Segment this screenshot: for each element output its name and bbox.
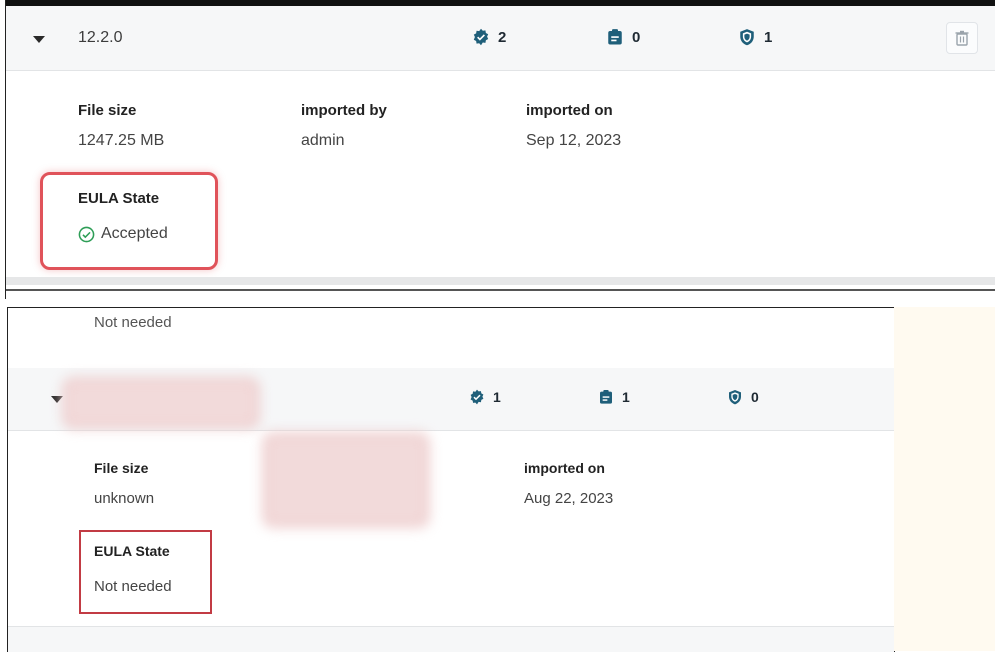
redacted-version (63, 378, 259, 428)
check-circle-icon (78, 226, 95, 242)
file-size-label: File size (94, 460, 149, 476)
eula-state-value: Accepted (78, 225, 168, 243)
caret-down-icon[interactable] (51, 396, 63, 403)
release-version: 12.2.0 (78, 29, 123, 46)
verified-badge-icon (470, 389, 484, 405)
caret-down-icon[interactable] (33, 36, 45, 43)
next-row-header[interactable] (8, 626, 894, 652)
components-count: 2 (498, 28, 507, 46)
security-stat: 1 (738, 28, 772, 46)
imported-on-value: Sep 12, 2023 (526, 132, 622, 149)
file-size-label: File size (78, 102, 137, 119)
release-row-header[interactable]: 1 1 0 (8, 368, 894, 431)
eula-state-text: Accepted (101, 225, 168, 242)
imported-on-label: imported on (526, 102, 613, 119)
security-count: 0 (751, 389, 759, 405)
shield-icon (729, 390, 741, 405)
tasks-count: 1 (622, 389, 630, 405)
release-row-header[interactable]: 12.2.0 2 0 1 (6, 6, 995, 71)
shield-icon (740, 29, 754, 46)
row-divider (6, 277, 995, 285)
previous-eula-value: Not needed (94, 314, 172, 331)
imported-by-label: imported by (301, 102, 387, 119)
eula-state-label: EULA State (94, 543, 170, 559)
tasks-stat: 0 (606, 28, 640, 46)
software-release-panel-bottom: Not needed 1 1 0 File size unknown impor… (7, 307, 895, 652)
imported-by-value: admin (301, 132, 345, 149)
clipboard-icon (600, 390, 612, 404)
verified-badge-icon (473, 28, 489, 46)
clipboard-icon (608, 29, 622, 45)
file-size-value: unknown (94, 490, 155, 507)
panel-top-bottom-edge (6, 289, 995, 291)
security-count: 1 (764, 28, 773, 46)
delete-button[interactable] (946, 22, 978, 54)
background-strip (894, 307, 995, 651)
redacted-imported-by (263, 433, 429, 527)
tasks-stat: 1 (598, 389, 630, 405)
imported-on-value: Aug 22, 2023 (524, 490, 614, 507)
tasks-count: 0 (632, 28, 641, 46)
security-stat: 0 (727, 389, 759, 405)
components-stat: 2 (472, 28, 506, 46)
imported-on-label: imported on (524, 460, 605, 476)
software-release-panel-top: 12.2.0 2 0 1 File size 1247.25 MB import… (5, 0, 995, 299)
components-count: 1 (493, 389, 501, 405)
eula-state-label: EULA State (78, 190, 160, 207)
eula-state-value: Not needed (94, 578, 172, 595)
components-stat: 1 (469, 389, 501, 405)
trash-icon (955, 30, 969, 46)
eula-highlight (40, 172, 218, 270)
file-size-value: 1247.25 MB (78, 132, 165, 149)
